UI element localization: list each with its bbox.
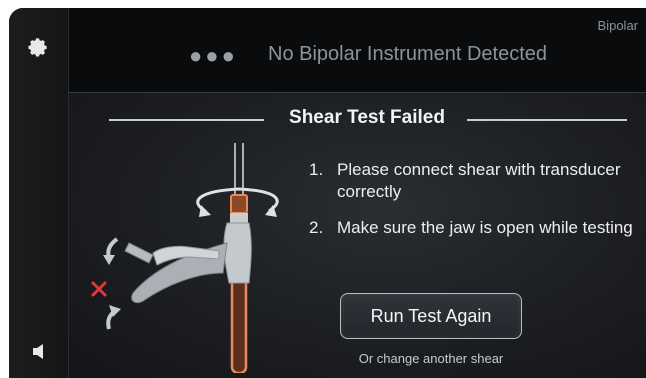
dialog-header: Shear Test Failed	[69, 107, 646, 131]
change-shear-link[interactable]: Or change another shear	[339, 351, 523, 366]
instruction-step-1: 1. Please connect shear with transducer …	[309, 159, 639, 203]
instruction-list: 1. Please connect shear with transducer …	[309, 159, 639, 253]
device-screen: ●●● No Bipolar Instrument Detected Bipol…	[9, 8, 646, 378]
instruction-step-2: 2. Make sure the jaw is open while testi…	[309, 217, 639, 239]
step-text: Please connect shear with transducer cor…	[337, 160, 621, 201]
shear-test-dialog: Shear Test Failed 1. Please connect shea…	[69, 92, 646, 378]
menu-dots-button[interactable]: ●●●	[189, 45, 238, 67]
sidebar	[9, 8, 69, 378]
speaker-icon[interactable]	[31, 342, 49, 360]
step-number: 2.	[309, 218, 324, 237]
step-number: 1.	[309, 160, 324, 179]
divider-left	[109, 119, 264, 121]
status-bar: ●●● No Bipolar Instrument Detected Bipol…	[69, 8, 646, 92]
transducer-shaft	[230, 194, 248, 373]
gear-icon[interactable]	[27, 36, 49, 58]
open-arrow-icon	[106, 305, 121, 330]
divider-right	[467, 119, 627, 121]
run-test-again-button[interactable]: Run Test Again	[340, 293, 522, 339]
step-text: Make sure the jaw is open while testing	[337, 218, 633, 237]
error-cross-icon	[91, 281, 107, 297]
instrument-status: No Bipolar Instrument Detected	[268, 43, 548, 65]
shear-illustration	[91, 143, 279, 373]
close-arrow-icon	[103, 237, 119, 265]
mode-label: Bipolar	[597, 18, 638, 33]
dialog-title: Shear Test Failed	[289, 107, 445, 128]
